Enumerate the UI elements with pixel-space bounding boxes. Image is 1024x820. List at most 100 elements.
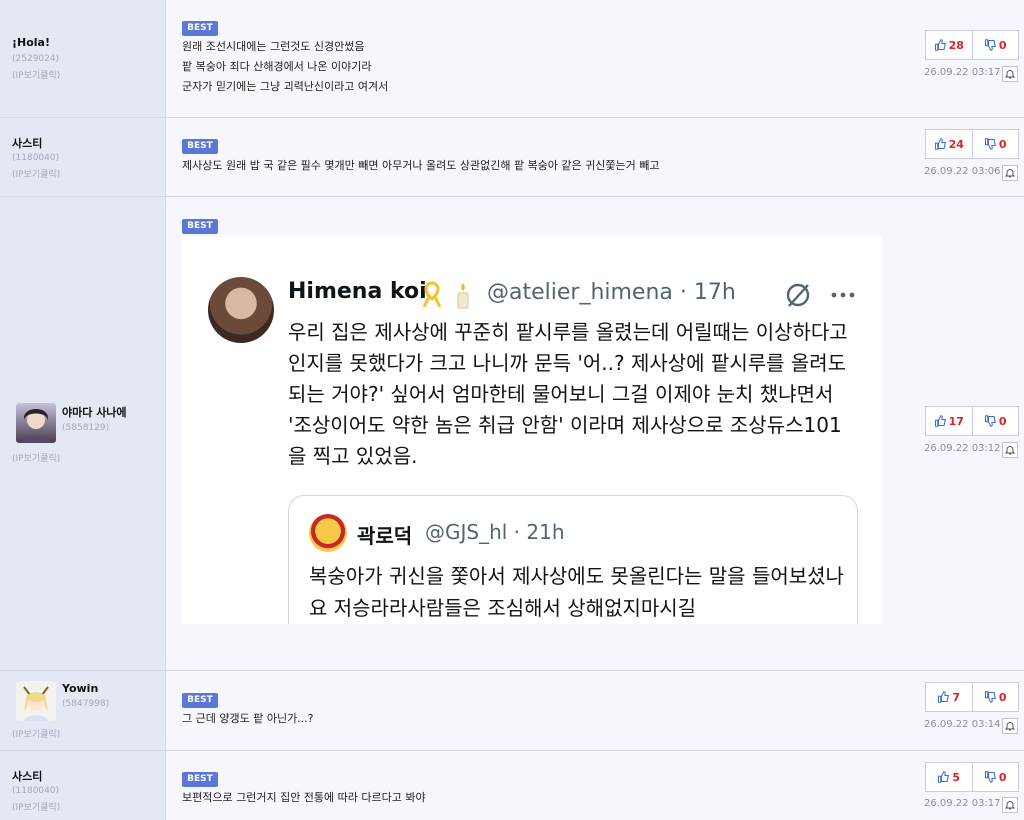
candle-icon	[457, 283, 469, 309]
best-badge: BEST	[182, 139, 218, 154]
comment-date: 26.09.22 03:17	[924, 67, 1001, 78]
downvote-count: 0	[998, 770, 1007, 784]
downvote-button[interactable]: 0	[971, 130, 1019, 158]
upvote-count: 17	[948, 414, 964, 428]
bell-icon	[1005, 446, 1015, 455]
bell-icon	[1005, 722, 1015, 731]
comment-user-id: (1180040)	[12, 153, 60, 163]
upvote-button[interactable]: 5	[926, 763, 972, 791]
comment-nickname[interactable]: ¡Hola!	[12, 36, 50, 49]
ip-view-link[interactable]: (IP보기클릭)	[12, 727, 60, 740]
comment-author-panel: 야마다 사나에 (5858129) (IP보기클릭)	[0, 197, 166, 670]
bell-icon	[1005, 801, 1015, 810]
report-button[interactable]	[1002, 165, 1018, 181]
comment-line: 보편적으로 그런거지 집안 전통에 따라 다르다고 봐야	[182, 791, 426, 804]
comment-date: 26.09.22 03:17	[924, 798, 1001, 809]
comment-nickname[interactable]: 야마다 사나에	[62, 404, 127, 420]
comment-author-panel: 사스티 (1180040) (IP보기클릭)	[0, 751, 166, 820]
user-avatar-icon	[23, 686, 49, 721]
upvote-count: 7	[952, 690, 961, 704]
thumbs-down-icon	[984, 39, 996, 51]
thumbs-down-icon	[984, 415, 996, 427]
avatar[interactable]	[16, 403, 56, 443]
downvote-button[interactable]: 0	[971, 407, 1019, 435]
comment-author-panel: ¡Hola! (2529024) (IP보기클릭)	[0, 0, 166, 117]
comment-nickname[interactable]: 사스티	[12, 768, 42, 784]
comment-date: 26.09.22 03:06	[924, 166, 1001, 177]
thumbs-up-icon	[938, 771, 950, 783]
thumbs-down-icon	[984, 771, 996, 783]
thumbs-up-icon	[934, 39, 946, 51]
comment-text: 그 근데 양갱도 팥 아닌가...?	[182, 709, 314, 729]
best-badge: BEST	[182, 772, 218, 787]
ip-view-link[interactable]: (IP보기클릭)	[12, 68, 60, 81]
quoted-tweet[interactable]: 곽로덕 @GJS_hl · 21h 복숭아가 귀신을 쫓아서 제사상에도 못올린…	[288, 495, 858, 624]
comment-user-id: (5858129)	[62, 423, 110, 433]
downvote-button[interactable]: 0	[971, 31, 1019, 59]
upvote-button[interactable]: 24	[926, 130, 972, 158]
comment-line: 그 근데 양갱도 팥 아닌가...?	[182, 712, 314, 725]
comment-author-panel: Yowin (5847998) (IP보기클릭)	[0, 671, 166, 750]
avatar[interactable]	[16, 681, 56, 721]
ribbon-icon	[422, 281, 442, 308]
comment-line: 제사상도 원래 밥 국 같은 필수 몇개만 빼면 아무거나 올려도 상관없긴해 …	[182, 159, 660, 172]
user-avatar-icon	[22, 409, 50, 443]
comment-row: 사스티 (1180040) (IP보기클릭) BEST 제사상도 원래 밥 국 …	[0, 118, 1024, 197]
downvote-count: 0	[998, 137, 1007, 151]
thumbs-down-icon	[984, 138, 996, 150]
quoted-author-name: 곽로덕	[357, 524, 413, 548]
comment-line: 원래 조선시대에는 그런것도 신경안썼음	[182, 40, 365, 53]
comment-author-panel: 사스티 (1180040) (IP보기클릭)	[0, 118, 166, 196]
downvote-count: 0	[998, 414, 1007, 428]
tweet-author-handle: @atelier_himena · 17h	[487, 280, 736, 305]
comment-line: 군자가 믿기에는 그냥 괴력난신이라고 여겨서	[182, 80, 389, 93]
comment-row: Yowin (5847998) (IP보기클릭) BEST 그 근데 양갱도 팥…	[0, 671, 1024, 751]
comment-nickname[interactable]: Yowin	[62, 682, 98, 695]
comment-user-id: (1180040)	[12, 786, 60, 796]
upvote-button[interactable]: 28	[926, 31, 972, 59]
bell-icon	[1005, 70, 1015, 79]
ip-view-link[interactable]: (IP보기클릭)	[12, 800, 60, 813]
downvote-button[interactable]: 0	[971, 683, 1019, 711]
grok-icon[interactable]	[784, 281, 812, 309]
quoted-tweet-text: 복숭아가 귀신을 쫓아서 제사상에도 못올린다는 말을 들어보셨나요 저승라라사…	[309, 564, 844, 620]
comment-text: 원래 조선시대에는 그런것도 신경안썼음 팥 복숭아 죄다 산해경에서 나온 이…	[182, 37, 388, 97]
vote-box: 7 0	[925, 682, 1019, 712]
ip-view-link[interactable]: (IP보기클릭)	[12, 167, 60, 180]
vote-box: 17 0	[925, 406, 1019, 436]
comment-date: 26.09.22 03:14	[924, 719, 1001, 730]
report-button[interactable]	[1002, 797, 1018, 813]
comment-nickname[interactable]: 사스티	[12, 135, 42, 151]
comment-user-id: (2529024)	[12, 54, 60, 64]
upvote-button[interactable]: 7	[926, 683, 972, 711]
quoted-author-handle: @GJS_hl · 21h	[425, 520, 565, 544]
comment-date: 26.09.22 03:12	[924, 443, 1001, 454]
comment-text: 보편적으로 그런거지 집안 전통에 따라 다르다고 봐야	[182, 788, 426, 808]
comment-user-id: (5847998)	[62, 699, 110, 709]
thumbs-up-icon	[934, 138, 946, 150]
vote-box: 28 0	[925, 30, 1019, 60]
ip-view-link[interactable]: (IP보기클릭)	[12, 451, 60, 464]
vote-box: 5 0	[925, 762, 1019, 792]
report-button[interactable]	[1002, 718, 1018, 734]
comment-line: 팥 복숭아 죄다 산해경에서 나온 이야기라	[182, 60, 372, 73]
quoted-author-avatar	[309, 514, 347, 552]
more-options-icon[interactable]	[830, 281, 856, 309]
best-badge: BEST	[182, 21, 218, 36]
tweet-body-text: 우리 집은 제사상에 꾸준히 팥시루를 올렸는데 어릴때는 이상하다고 인지를 …	[288, 320, 848, 468]
best-badge: BEST	[182, 693, 218, 708]
report-button[interactable]	[1002, 442, 1018, 458]
thumbs-down-icon	[984, 691, 996, 703]
comment-row: 사스티 (1180040) (IP보기클릭) BEST 보편적으로 그런거지 집…	[0, 751, 1024, 820]
tweet-author-avatar	[208, 277, 274, 343]
downvote-button[interactable]: 0	[971, 763, 1019, 791]
tweet-screenshot-image[interactable]: Himena koi @atelier_himena · 17h 우리 집은 제…	[182, 237, 882, 624]
downvote-count: 0	[998, 38, 1007, 52]
report-button[interactable]	[1002, 66, 1018, 82]
downvote-count: 0	[998, 690, 1007, 704]
thumbs-up-icon	[938, 691, 950, 703]
upvote-button[interactable]: 17	[926, 407, 972, 435]
comment-row: ¡Hola! (2529024) (IP보기클릭) BEST 원래 조선시대에는…	[0, 0, 1024, 118]
thumbs-up-icon	[934, 415, 946, 427]
upvote-count: 5	[952, 770, 961, 784]
